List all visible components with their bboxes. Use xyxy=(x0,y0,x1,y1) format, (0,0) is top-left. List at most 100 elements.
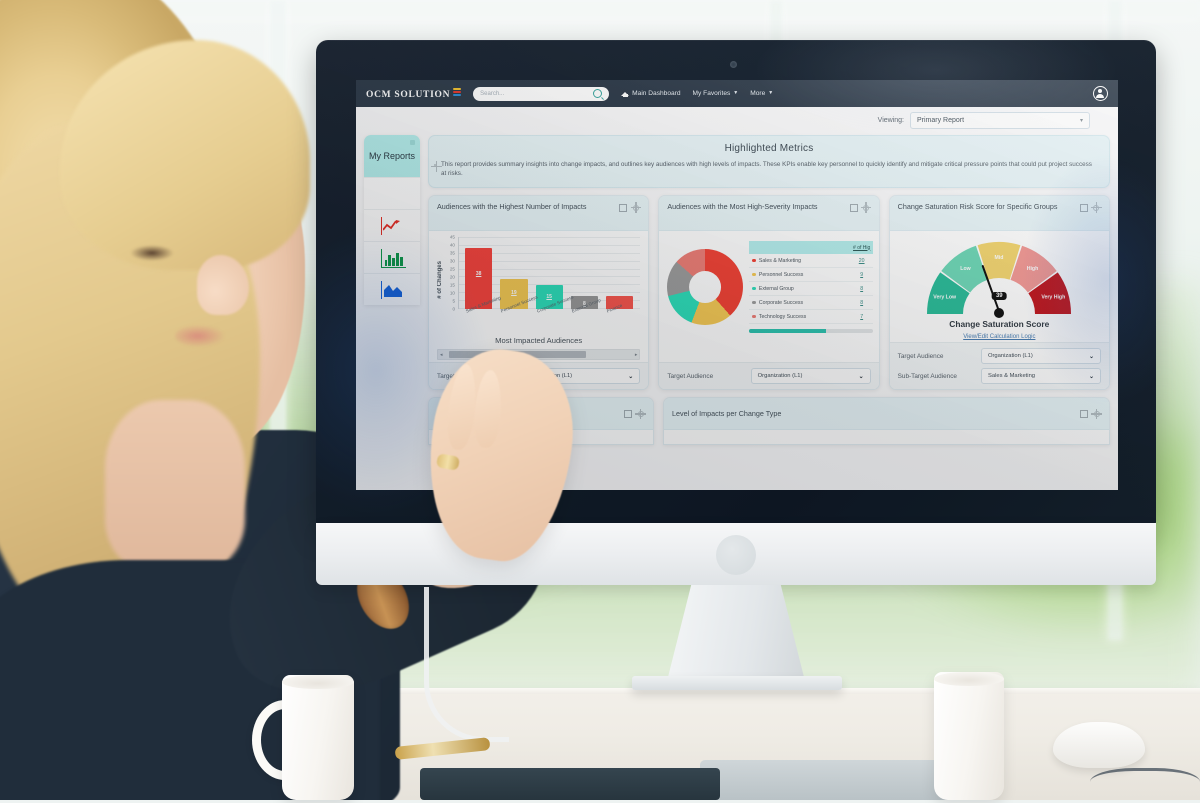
table-progress-bar[interactable] xyxy=(749,329,873,333)
nav-more[interactable]: More ▼ xyxy=(750,90,773,97)
ytick-label: 25 xyxy=(449,266,455,272)
gauge-svg: Very Low Low Mid High Very High xyxy=(927,242,1072,314)
legend-label-cell: Technology Success xyxy=(749,314,850,320)
nav-main-dashboard[interactable]: Main Dashboard xyxy=(621,90,681,97)
gauge-segment-label: High xyxy=(1027,266,1039,272)
expand-icon[interactable] xyxy=(624,410,632,418)
ytick-label: 45 xyxy=(449,234,455,240)
scroll-left-icon[interactable]: ◂ xyxy=(438,352,445,358)
table-row[interactable]: Sales & Marketing 20 xyxy=(749,254,873,268)
table-body: Sales & Marketing 20 Personnel Success 9 Ext… xyxy=(749,254,873,324)
ytick-label: 5 xyxy=(452,298,455,304)
legend-label-cell: External Group xyxy=(749,286,850,292)
bar-chart-bars: 38 19 15 8 xyxy=(458,237,640,309)
target-audience-row: Target Audience Organization (L1) ⌄ xyxy=(667,368,871,384)
woman-eye xyxy=(130,245,174,261)
target-audience-select[interactable]: Organization (L1) ⌄ xyxy=(750,368,871,384)
bar-value-label: 19 xyxy=(511,290,517,297)
card-title: Change Saturation Risk Score for Specifi… xyxy=(897,202,1058,211)
sidebar-item-bar-report[interactable] xyxy=(364,241,420,273)
scroll-right-icon[interactable]: ▸ xyxy=(633,352,640,358)
viewing-label: Viewing: xyxy=(877,116,904,124)
expand-icon[interactable] xyxy=(1080,410,1088,418)
legend-color-dot xyxy=(752,314,756,319)
target-audience-value: Organization (L1) xyxy=(757,373,803,379)
bar-chart-xlabel: Most Impacted Audiences xyxy=(495,336,583,345)
card-change-saturation-risk: Change Saturation Risk Score for Specifi… xyxy=(888,195,1110,390)
calculation-logic-link[interactable]: View/Edit Calculation Logic xyxy=(963,334,1035,340)
search-input[interactable]: Search... xyxy=(473,86,610,101)
table-row[interactable]: Technology Success 7 xyxy=(749,310,873,324)
gauge-title: Change Saturation Score xyxy=(949,319,1050,329)
legend-label-cell: Sales & Marketing xyxy=(749,258,850,264)
bar-chart-yticks: 0 5 10 15 20 25 30 35 40 45 xyxy=(445,234,457,312)
legend-color-dot xyxy=(752,300,756,305)
sidebar-collapse-icon[interactable] xyxy=(410,140,415,145)
expand-icon[interactable] xyxy=(849,203,858,212)
bar-value-label: 15 xyxy=(546,294,552,301)
user-account-icon[interactable] xyxy=(1093,86,1108,101)
card-header: Change Saturation Risk Score for Specifi… xyxy=(889,196,1109,231)
donut-chart-region: # of Hig Sales & Marketing 20 Personnel Su… xyxy=(665,237,873,360)
target-audience-select[interactable]: Organization (L1) ⌄ xyxy=(980,348,1101,364)
highlighted-metrics-panel: Highlighted Metrics This report provides… xyxy=(428,135,1110,188)
legend-label: Technology Success xyxy=(758,313,807,320)
target-audience-label: Target Audience xyxy=(897,352,944,360)
search-icon[interactable] xyxy=(593,89,603,98)
card-body: Very Low Low Mid High Very High 39 Change Sa… xyxy=(889,231,1109,342)
sub-target-audience-select[interactable]: Sales & Marketing ⌄ xyxy=(980,368,1101,384)
legend-count-cell[interactable]: 9 xyxy=(851,272,873,278)
chevron-down-icon: ⌄ xyxy=(1088,353,1094,360)
chevron-down-icon: ⌄ xyxy=(1088,373,1094,380)
legend-label: Corporate Success xyxy=(758,299,804,306)
table-header-count: # of Hig xyxy=(853,244,871,251)
target-audience-row: Target Audience Organization (L1) ⌄ xyxy=(898,348,1101,364)
legend-count-cell[interactable]: 20 xyxy=(851,258,873,264)
gear-icon[interactable] xyxy=(861,202,872,213)
gauge-segment-label: Low xyxy=(961,266,972,272)
legend-count-cell[interactable]: 8 xyxy=(851,286,873,292)
card-body xyxy=(664,430,1109,444)
gauge-region: Very Low Low Mid High Very High 39 Change Sa… xyxy=(896,237,1103,340)
ytick-label: 10 xyxy=(449,290,455,296)
bar-value-label: 38 xyxy=(475,271,482,278)
gauge-segment-label: Very High xyxy=(1042,295,1066,301)
table-row[interactable]: Corporate Success 8 xyxy=(749,296,873,310)
card-header: Level of Impacts per Change Type xyxy=(664,398,1109,430)
sub-target-audience-row: Sub-Target Audience Sales & Marketing ⌄ xyxy=(898,368,1101,384)
gear-icon[interactable] xyxy=(1091,202,1102,213)
sidebar-title[interactable]: My Reports xyxy=(364,135,420,177)
target-audience-value: Organization (L1) xyxy=(987,353,1033,359)
ytick-label: 0 xyxy=(452,306,455,312)
expand-icon[interactable] xyxy=(1079,203,1088,212)
page-title: Highlighted Metrics xyxy=(724,143,814,154)
table-row[interactable]: External Group 8 xyxy=(749,282,873,296)
bar-chart-ylabel: # of Changes xyxy=(437,261,443,299)
nav-label: Main Dashboard xyxy=(632,90,681,97)
nav-label: My Favorites xyxy=(692,90,731,97)
expand-icon[interactable] xyxy=(619,203,628,212)
card-footer: Target Audience Organization (L1) ⌄ Sub-… xyxy=(889,342,1109,389)
legend-count-cell[interactable]: 8 xyxy=(851,300,873,306)
home-icon xyxy=(621,90,630,97)
gear-icon[interactable] xyxy=(635,408,646,420)
app-brand-logo[interactable]: OCM SOLUTION xyxy=(366,87,462,100)
viewing-select[interactable]: Primary Report ▾ xyxy=(910,111,1090,129)
monitor-logo xyxy=(716,535,756,575)
gear-icon[interactable] xyxy=(1091,408,1102,420)
legend-label: Personnel Success xyxy=(758,271,804,278)
search-placeholder: Search... xyxy=(480,90,505,97)
card-header-actions xyxy=(624,408,646,420)
nav-label: More xyxy=(750,90,766,97)
sidebar-item-pie-report[interactable] xyxy=(364,177,420,209)
table-row[interactable]: Personnel Success 9 xyxy=(749,268,873,282)
nav-my-favorites[interactable]: My Favorites ▼ xyxy=(693,90,739,97)
target-audience-label: Target Audience xyxy=(667,372,714,380)
sidebar-item-trend-report[interactable] xyxy=(364,209,420,241)
gear-icon[interactable] xyxy=(630,202,641,213)
chevron-down-icon: ▼ xyxy=(733,90,739,96)
legend-count-cell[interactable]: 7 xyxy=(851,314,873,320)
gauge-value: 39 xyxy=(991,292,1007,300)
sidebar-item-area-report[interactable] xyxy=(364,273,420,305)
desk-notebook xyxy=(420,768,720,800)
